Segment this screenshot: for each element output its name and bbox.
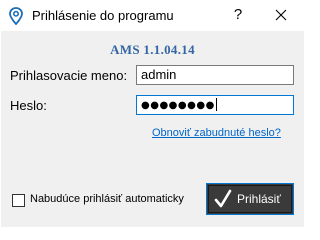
username-label: Prihlasovacie meno: (10, 68, 128, 83)
login-panel: AMS 1.1.04.14 Prihlasovacie meno: admin … (1, 31, 304, 227)
login-button-label: Prihlásiť (237, 192, 281, 206)
version-label: AMS 1.1.04.14 (110, 42, 195, 57)
window-title: Prihlásenie do programu (32, 8, 174, 23)
forgot-password-link[interactable]: Obnoviť zabudnuté heslo? (152, 127, 281, 139)
login-button[interactable]: Prihlásiť (206, 183, 294, 215)
username-field[interactable]: admin (136, 65, 294, 85)
auto-login-checkbox[interactable] (12, 194, 25, 207)
title-bar[interactable]: Prihlásenie do programu ? (0, 0, 305, 31)
login-dialog: Prihlásenie do programu ? AMS 1.1.04.14 … (0, 0, 305, 228)
auto-login-label[interactable]: Nabudúce prihlásiť automaticky (30, 193, 184, 205)
password-value: ●●●●●●●● (141, 100, 215, 111)
close-icon (275, 9, 287, 21)
checkmark-icon (214, 189, 232, 209)
username-value: admin (141, 67, 177, 82)
close-button[interactable] (262, 4, 300, 26)
text-caret (215, 98, 217, 111)
password-field[interactable]: ●●●●●●●● (136, 95, 294, 115)
map-pin-icon (8, 7, 24, 26)
password-label: Heslo: (10, 98, 47, 113)
help-button[interactable]: ? (224, 4, 252, 26)
